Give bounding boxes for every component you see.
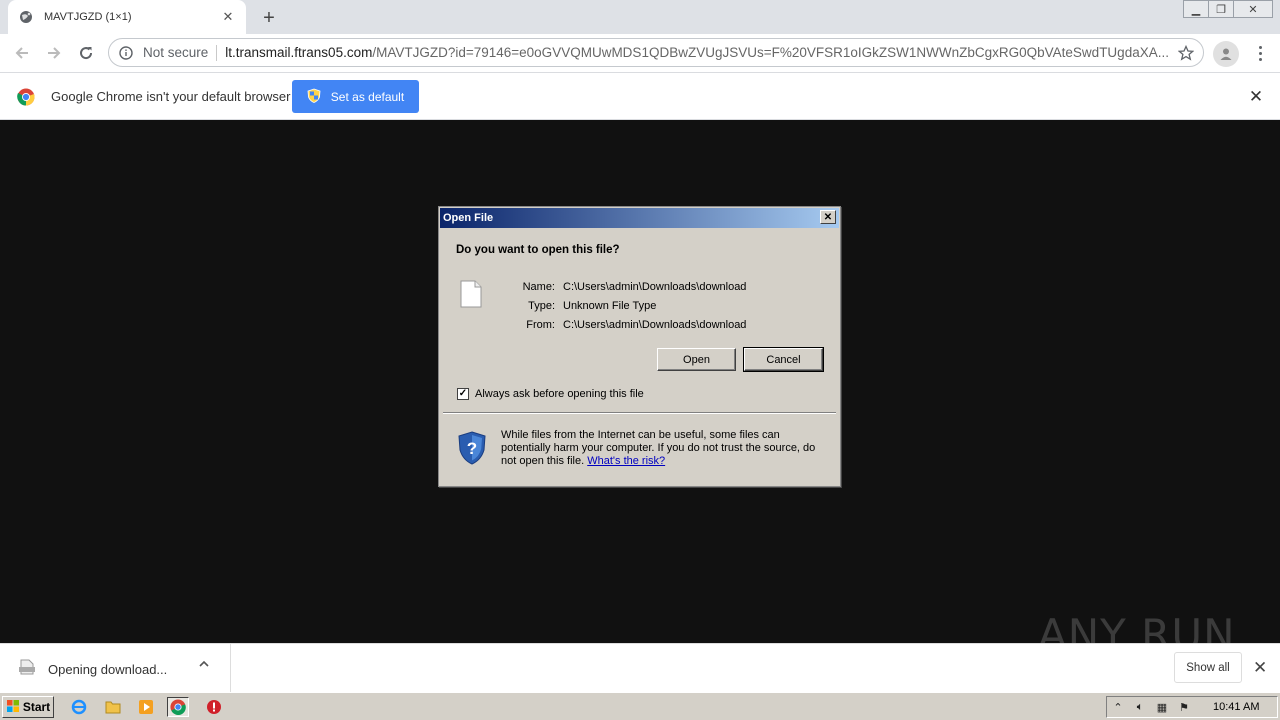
volume-icon[interactable]: 🔈︎ — [1129, 698, 1151, 716]
download-file-icon — [18, 658, 36, 679]
file-icon — [459, 280, 483, 311]
flag-icon[interactable]: ⚑ — [1173, 698, 1195, 716]
info-icon[interactable] — [109, 45, 143, 60]
media-player-icon[interactable] — [135, 697, 157, 717]
download-item[interactable]: Opening download... — [0, 644, 231, 692]
svg-text:?: ? — [467, 439, 477, 458]
open-button[interactable]: Open — [657, 348, 736, 371]
tab-strip: MAVTJGZD (1×1) ✕ + ▁ ❐ ✕ — [0, 0, 1280, 34]
dialog-question: Do you want to open this file? — [456, 244, 620, 256]
checkbox-label: Always ask before opening this file — [475, 388, 644, 400]
maximize-button[interactable]: ❐ — [1208, 0, 1234, 18]
shield-icon — [307, 88, 321, 106]
set-as-default-label: Set as default — [330, 89, 405, 104]
download-bar: Opening download... Show all ✕ — [0, 643, 1280, 692]
dialog-title: Open File — [443, 212, 494, 224]
open-file-dialog: Open File ✕ Do you want to open this fil… — [438, 206, 841, 487]
start-button[interactable]: Start — [2, 696, 54, 718]
browser-tab[interactable]: MAVTJGZD (1×1) ✕ — [8, 0, 246, 34]
type-label: Type: — [528, 299, 555, 312]
set-as-default-button[interactable]: Set as default — [292, 80, 419, 113]
start-label: Start — [22, 700, 51, 714]
name-label: Name: — [522, 280, 555, 293]
tray-expand-icon[interactable]: ⌃ — [1107, 698, 1129, 716]
url-host: lt.transmail.ftrans05.com — [225, 45, 373, 60]
checkbox-box[interactable]: ✓ — [457, 388, 469, 400]
dialog-separator — [443, 412, 836, 414]
dialog-titlebar[interactable]: Open File ✕ — [440, 208, 839, 228]
chrome-logo-icon — [17, 88, 35, 109]
show-all-button[interactable]: Show all — [1174, 652, 1242, 683]
minimize-button[interactable]: ▁ — [1183, 0, 1209, 18]
infobar-message: Google Chrome isn't your default browser — [51, 89, 291, 104]
address-bar[interactable]: Not secure lt.transmail.ftrans05.com/MAV… — [108, 38, 1204, 67]
star-icon[interactable] — [1169, 44, 1203, 61]
chrome-icon[interactable] — [167, 697, 189, 717]
windows-flag-icon — [6, 699, 20, 716]
security-label: Not secure — [143, 44, 218, 61]
download-status: Opening download... — [48, 662, 168, 677]
folder-icon[interactable] — [102, 697, 124, 717]
windows-taskbar: Start ⌃ 🔈︎ ▦ ⚑ 10:41 AM — [0, 692, 1280, 720]
cancel-button[interactable]: Cancel — [743, 347, 824, 372]
security-shield-icon: ? — [457, 431, 487, 468]
menu-icon[interactable] — [1252, 42, 1268, 64]
plus-icon[interactable]: + — [258, 7, 280, 29]
url-text[interactable]: lt.transmail.ftrans05.com/MAVTJGZD?id=79… — [225, 45, 1169, 60]
from-label: From: — [526, 318, 555, 331]
stop-icon[interactable] — [203, 697, 225, 717]
back-arrow-icon[interactable] — [10, 41, 34, 65]
forward-arrow-icon[interactable] — [42, 41, 66, 65]
close-icon[interactable]: ✕ — [820, 210, 836, 224]
window-close-button[interactable]: ✕ — [1233, 0, 1273, 18]
url-path: /MAVTJGZD?id=79146=e0oGVVQMUwMDS1QDBwZVU… — [372, 45, 1169, 60]
taskbar-clock[interactable]: 10:41 AM — [1213, 701, 1259, 713]
type-value: Unknown File Type — [563, 299, 657, 312]
from-value: C:\Users\admin\Downloads\download — [563, 318, 747, 331]
close-icon[interactable]: ✕ — [220, 9, 236, 25]
file-details: Name: C:\Users\admin\Downloads\download T… — [511, 277, 747, 334]
always-ask-checkbox[interactable]: ✓ Always ask before opening this file — [457, 388, 644, 400]
chevron-up-icon[interactable] — [198, 658, 210, 673]
reload-icon[interactable] — [74, 41, 98, 65]
system-tray: ⌃ 🔈︎ ▦ ⚑ 10:41 AM — [1106, 696, 1278, 718]
browser-toolbar: Not secure lt.transmail.ftrans05.com/MAV… — [0, 34, 1280, 72]
default-browser-infobar: Google Chrome isn't your default browser… — [0, 72, 1280, 120]
close-icon[interactable]: ✕ — [1247, 87, 1265, 106]
globe-icon — [18, 9, 34, 25]
ie-icon[interactable] — [68, 697, 90, 717]
network-icon[interactable]: ▦ — [1151, 698, 1173, 716]
warning-text: While files from the Internet can be use… — [501, 429, 831, 468]
tab-title: MAVTJGZD (1×1) — [44, 11, 132, 23]
whats-the-risk-link[interactable]: What's the risk? — [587, 455, 665, 467]
profile-icon[interactable] — [1213, 41, 1239, 67]
close-icon[interactable]: ✕ — [1253, 658, 1267, 678]
name-value: C:\Users\admin\Downloads\download — [563, 280, 747, 293]
